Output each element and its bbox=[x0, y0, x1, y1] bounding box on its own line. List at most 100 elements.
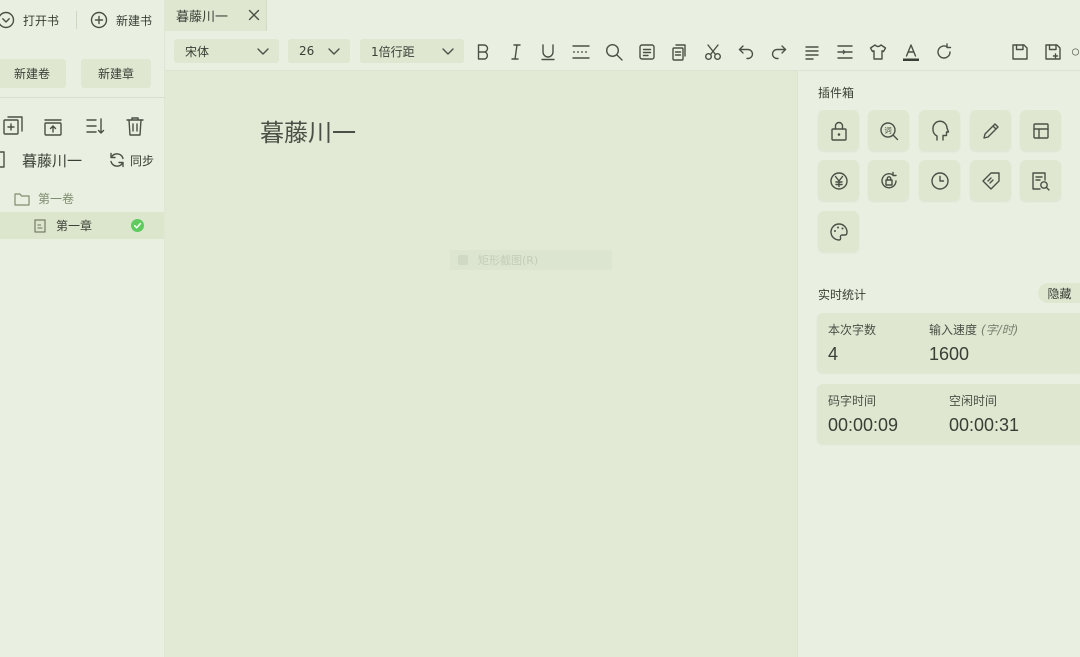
chapter-label: 第一章 bbox=[56, 219, 93, 233]
speed-unit: (字/时) bbox=[980, 323, 1019, 337]
upload-tray-icon[interactable] bbox=[42, 115, 64, 137]
more-button[interactable] bbox=[1071, 42, 1080, 62]
tab-document[interactable]: 暮藤川一 bbox=[165, 0, 267, 31]
refresh-button[interactable] bbox=[934, 42, 954, 62]
ghost-menu-label: 矩形截图(R) bbox=[478, 254, 539, 267]
search-button[interactable] bbox=[604, 42, 624, 62]
palette-plugin-icon[interactable] bbox=[818, 211, 859, 252]
font-family-value: 宋体 bbox=[185, 44, 210, 59]
ghost-context-menu-item: 矩形截图(R) bbox=[450, 250, 612, 270]
this-count-label: 本次字数 bbox=[828, 323, 877, 337]
idle-time-label: 空闲时间 bbox=[949, 394, 998, 408]
more-icon bbox=[1072, 48, 1079, 56]
trash-icon[interactable] bbox=[124, 115, 146, 137]
new-volume-button[interactable]: 新建卷 bbox=[0, 59, 66, 88]
refresh-icon bbox=[937, 43, 952, 59]
tag-plugin-icon[interactable] bbox=[970, 160, 1011, 201]
text-box-icon bbox=[639, 44, 655, 60]
redo-icon bbox=[771, 45, 787, 60]
pencil-plugin-icon[interactable] bbox=[970, 110, 1011, 151]
text-box-button[interactable] bbox=[637, 42, 657, 62]
hide-stats-button[interactable]: 隐藏 bbox=[1038, 283, 1080, 303]
document-search-plugin-icon[interactable] bbox=[1020, 160, 1061, 201]
head-profile-plugin-icon[interactable] bbox=[919, 110, 960, 151]
new-book-button[interactable]: 新建书 bbox=[90, 10, 152, 30]
underline-icon bbox=[541, 44, 555, 61]
italic-icon bbox=[511, 44, 521, 60]
new-chapter-button[interactable]: 新建章 bbox=[81, 59, 151, 88]
redo-button[interactable] bbox=[769, 42, 789, 62]
underline-button[interactable] bbox=[538, 42, 558, 62]
save-icon bbox=[1012, 44, 1028, 60]
word-search-plugin-icon[interactable]: 词 bbox=[868, 110, 909, 151]
undo-button[interactable] bbox=[736, 42, 756, 62]
tab-label: 暮藤川一 bbox=[176, 10, 229, 25]
save-button[interactable] bbox=[1010, 42, 1030, 62]
lock-plugin-icon[interactable] bbox=[818, 110, 859, 151]
plugins-title: 插件箱 bbox=[818, 86, 855, 100]
circle-plus-icon bbox=[90, 11, 108, 29]
close-icon[interactable] bbox=[247, 8, 261, 22]
sync-button[interactable]: 同步 bbox=[108, 151, 154, 169]
sync-icon bbox=[110, 152, 124, 168]
chevron-down-icon bbox=[257, 48, 269, 55]
indent-button[interactable] bbox=[835, 42, 855, 62]
stats-card-time: 码字时间 00:00:09 空闲时间 00:00:31 bbox=[817, 384, 1080, 444]
tree-volume-item[interactable]: 第一卷 bbox=[14, 190, 74, 207]
sort-list-icon[interactable] bbox=[84, 115, 106, 137]
font-size-select[interactable]: 26 bbox=[288, 39, 350, 63]
copy-icon bbox=[672, 44, 686, 61]
typing-time-value: 00:00:09 bbox=[828, 415, 899, 435]
idle-time-value: 00:00:31 bbox=[949, 415, 1020, 435]
align-button[interactable] bbox=[802, 42, 822, 62]
cut-button[interactable] bbox=[703, 42, 723, 62]
divider bbox=[0, 97, 165, 98]
shirt-icon bbox=[869, 44, 887, 60]
tree-chapter-item[interactable]: 第一章 bbox=[0, 212, 164, 239]
stats-card-words: 本次字数 4 输入速度 (字/时) 1600 bbox=[817, 313, 1080, 373]
save-as-button[interactable] bbox=[1043, 42, 1063, 62]
line-spacing-select[interactable]: 1倍行距 bbox=[360, 39, 464, 63]
editor-area[interactable]: 暮藤川一 矩形截图(R) bbox=[165, 71, 797, 657]
typing-time-label: 码字时间 bbox=[828, 394, 877, 408]
search-icon bbox=[605, 43, 623, 61]
speed-stat: 输入速度 (字/时) 1600 bbox=[929, 321, 1018, 365]
strikethrough-icon bbox=[572, 45, 590, 59]
theme-button[interactable] bbox=[868, 42, 888, 62]
yen-plugin-icon[interactable] bbox=[818, 160, 859, 201]
check-circle-icon bbox=[131, 219, 144, 232]
circle-chevron-down-icon bbox=[0, 11, 15, 29]
format-toolbar: 宋体 26 1倍行距 bbox=[165, 31, 1080, 71]
speed-value: 1600 bbox=[929, 344, 970, 364]
document-title[interactable]: 暮藤川一 bbox=[260, 113, 356, 148]
bold-button[interactable] bbox=[473, 42, 493, 62]
volume-label: 第一卷 bbox=[38, 192, 75, 206]
ghost-menu-icon bbox=[458, 255, 468, 265]
copy-button[interactable] bbox=[670, 42, 690, 62]
chevron-down-icon bbox=[328, 48, 340, 55]
speed-label: 输入速度 bbox=[929, 323, 978, 337]
this-count-stat: 本次字数 4 bbox=[828, 321, 876, 365]
add-page-icon[interactable] bbox=[2, 115, 24, 137]
save-as-icon bbox=[1045, 44, 1061, 60]
open-book-button[interactable]: 打开书 bbox=[0, 10, 59, 30]
document-icon bbox=[34, 219, 46, 233]
table-plugin-icon[interactable] bbox=[1020, 110, 1061, 151]
idle-time-stat: 空闲时间 00:00:31 bbox=[949, 392, 1019, 436]
strikethrough-button[interactable] bbox=[571, 42, 591, 62]
sync-label: 同步 bbox=[130, 153, 155, 168]
lock-rotate-plugin-icon[interactable] bbox=[868, 160, 909, 201]
font-size-value: 26 bbox=[299, 44, 315, 58]
typing-time-stat: 码字时间 00:00:09 bbox=[828, 392, 898, 436]
chevron-down-icon bbox=[442, 48, 454, 55]
sidebar-top-actions: 打开书 新建书 bbox=[0, 0, 165, 40]
folder-icon bbox=[14, 192, 30, 206]
font-family-select[interactable]: 宋体 bbox=[174, 39, 279, 63]
book-row[interactable]: 暮藤川一 同步 bbox=[0, 148, 165, 172]
indent-icon bbox=[837, 45, 853, 59]
scissors-icon bbox=[705, 44, 721, 60]
font-color-button[interactable] bbox=[901, 42, 921, 62]
italic-button[interactable] bbox=[506, 42, 526, 62]
open-book-label: 打开书 bbox=[23, 13, 60, 28]
clock-plugin-icon[interactable] bbox=[919, 160, 960, 201]
